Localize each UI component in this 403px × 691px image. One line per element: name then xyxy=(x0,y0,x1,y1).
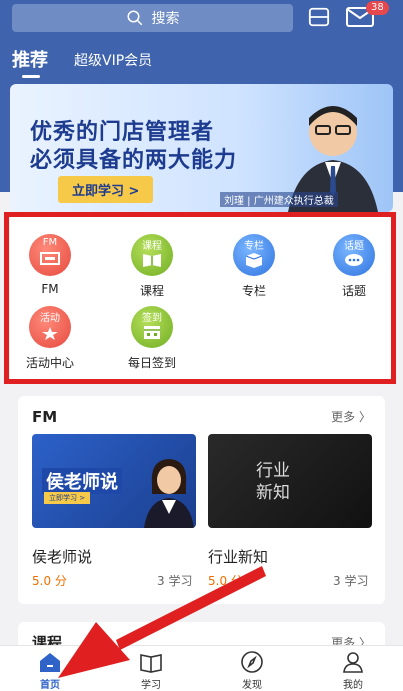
tabbar-home-label: 首页 xyxy=(40,680,60,691)
search-bar[interactable]: 搜索 xyxy=(12,4,293,32)
tabbar-study[interactable]: 学习 xyxy=(121,650,181,691)
tabbar-home[interactable]: 首页 xyxy=(20,650,80,691)
user-icon xyxy=(343,652,363,673)
fm-section-title: FM xyxy=(32,408,58,426)
fm-item-name-2[interactable]: 行业新知 xyxy=(208,546,268,567)
feature-grid: FM FM 课程 课程 专栏 专栏 话题 话题 活动 活动中心 签到 每日签到 xyxy=(10,212,393,382)
banner-headline-2: 必须具备的两大能力 xyxy=(30,148,238,173)
grid-label-checkin: 每日签到 xyxy=(127,356,176,370)
checkin-badge: 签到 xyxy=(142,313,162,324)
banner-caption: 刘瑾 | 广州建众执行总裁 xyxy=(220,192,338,207)
grid-item-column[interactable]: 专栏 专栏 xyxy=(224,234,284,299)
search-icon xyxy=(127,10,142,26)
fm-icon: FM xyxy=(29,234,71,276)
scan-icon[interactable] xyxy=(308,6,330,28)
grid-item-fm[interactable]: FM FM xyxy=(20,234,80,296)
grid-item-topic[interactable]: 话题 话题 xyxy=(324,234,384,299)
fm-item-learners-1: 3 学习 xyxy=(157,574,193,588)
topic-badge: 话题 xyxy=(344,241,364,252)
tabbar-mine[interactable]: 我的 xyxy=(323,650,383,691)
column-icon: 专栏 xyxy=(233,234,275,276)
grid-label-course: 课程 xyxy=(139,284,164,298)
compass-icon xyxy=(241,651,263,673)
host-image xyxy=(144,459,194,528)
activity-icon: 活动 xyxy=(29,306,71,348)
fm-thumb-industry[interactable]: 行业 新知 xyxy=(208,434,372,528)
fm-item-learners-2: 3 学习 xyxy=(333,574,369,588)
topic-icon: 话题 xyxy=(333,234,375,276)
promo-banner[interactable]: 优秀的门店管理者 必须具备的两大能力 立即学习 > 刘瑾 | 广州建众执行总裁 xyxy=(10,84,393,212)
tabbar-discover-label: 发现 xyxy=(242,680,262,691)
mail-badge: 38 xyxy=(366,1,389,15)
tab-super-vip[interactable]: 超级VIP会员 xyxy=(74,50,152,78)
course-icon: 课程 xyxy=(131,234,173,276)
course-badge: 课程 xyxy=(142,241,162,252)
fm-section: FM 更多 〉 侯老师说 立即学习 > 行业 新知 侯老师说 5.0 分 3 学习… xyxy=(18,396,385,604)
bottom-tabbar: 首页 学习 发现 我的 xyxy=(0,645,403,691)
fm-item-score-1: 5.0 分 xyxy=(32,574,67,588)
tabbar-discover[interactable]: 发现 xyxy=(222,650,282,691)
top-tabs: 推荐 超级VIP会员 xyxy=(12,46,152,78)
grid-label-topic: 话题 xyxy=(341,284,366,298)
grid-item-checkin[interactable]: 签到 每日签到 xyxy=(122,306,182,371)
thumb-learn-button: 立即学习 > xyxy=(44,492,91,504)
banner-learn-button[interactable]: 立即学习 > xyxy=(58,176,154,203)
tabbar-mine-label: 我的 xyxy=(343,680,363,691)
book-icon xyxy=(140,654,162,673)
grid-item-activity[interactable]: 活动 活动中心 xyxy=(20,306,80,371)
tabbar-study-label: 学习 xyxy=(141,680,161,691)
column-badge: 专栏 xyxy=(244,241,264,252)
tab-recommend[interactable]: 推荐 xyxy=(12,46,48,78)
thumb-title-hou: 侯老师说 xyxy=(42,468,122,494)
grid-label-column: 专栏 xyxy=(241,284,266,298)
thumb-title-industry: 行业 新知 xyxy=(256,461,290,503)
fm-more-link[interactable]: 更多 〉 xyxy=(331,408,371,425)
grid-label-activity: 活动中心 xyxy=(25,356,74,370)
grid-item-course[interactable]: 课程 课程 xyxy=(122,234,182,299)
checkin-icon: 签到 xyxy=(131,306,173,348)
fm-item-name-1[interactable]: 侯老师说 xyxy=(32,546,92,567)
fm-thumb-hou[interactable]: 侯老师说 立即学习 > xyxy=(32,434,196,528)
home-icon xyxy=(40,653,60,672)
activity-badge: 活动 xyxy=(40,313,60,324)
fm-badge: FM xyxy=(42,237,58,248)
grid-label-fm: FM xyxy=(41,282,59,296)
search-placeholder: 搜索 xyxy=(151,11,180,27)
fm-item-score-2: 5.0 分 xyxy=(208,574,243,588)
